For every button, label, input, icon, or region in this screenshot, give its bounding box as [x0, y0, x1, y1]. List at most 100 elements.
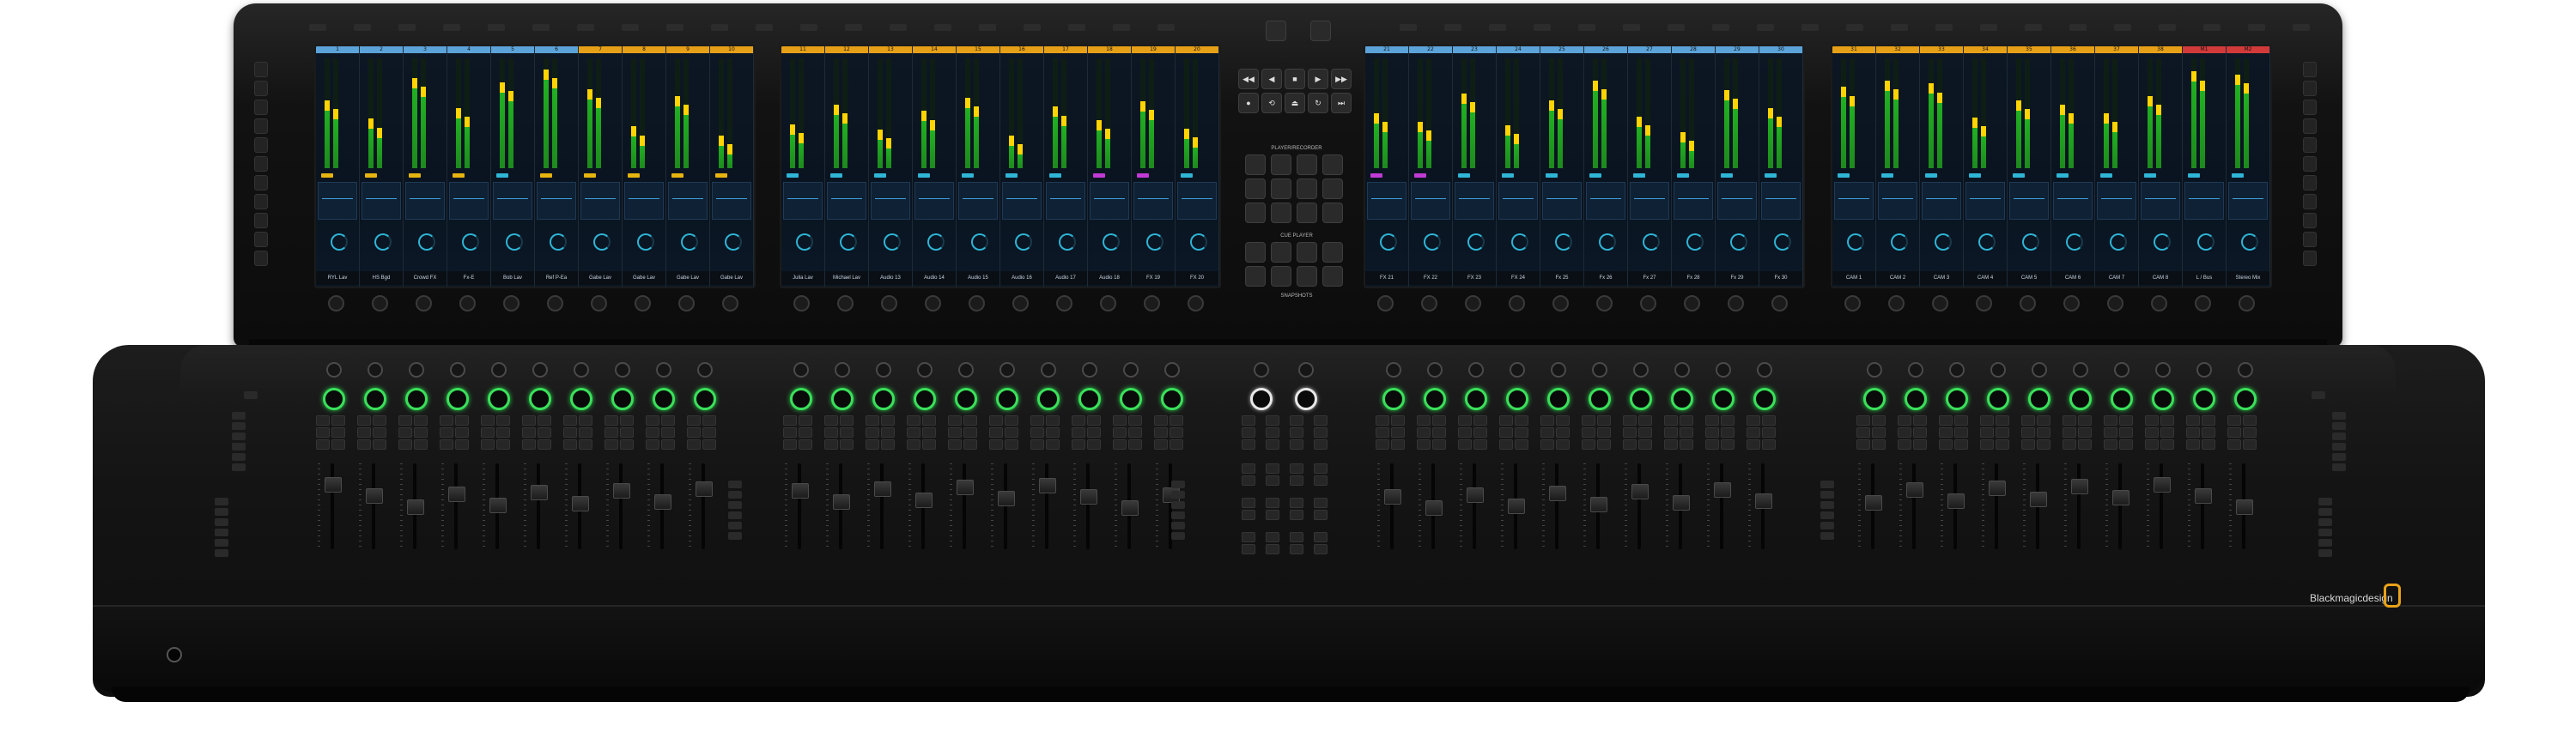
channel-key[interactable] — [1913, 439, 1927, 450]
center-key[interactable] — [1242, 475, 1255, 486]
channel-strip[interactable]: 14 Audio 14 — [913, 46, 957, 287]
screen-soft-button[interactable] — [2069, 24, 2087, 31]
bank-select-key[interactable] — [232, 453, 246, 461]
channel-strip[interactable]: 24 FX 24 — [1497, 46, 1540, 287]
channel-key[interactable] — [331, 415, 345, 426]
screen-soft-button[interactable] — [622, 24, 639, 31]
center-encoder-ring-left[interactable] — [1250, 388, 1273, 410]
center-key[interactable] — [1242, 510, 1255, 520]
channel-key[interactable] — [661, 439, 675, 450]
fader-cap[interactable] — [1384, 489, 1401, 505]
channel-key[interactable] — [1762, 415, 1776, 426]
channel-encoder-ring[interactable] — [653, 388, 675, 410]
channel-strip[interactable]: 32 CAM 2 — [1876, 46, 1920, 287]
channel-key[interactable] — [414, 415, 428, 426]
channel-key[interactable] — [579, 415, 592, 426]
cue-player-button[interactable] — [1245, 203, 1266, 223]
screen-soft-button[interactable] — [488, 24, 505, 31]
screen-encoder-knob[interactable] — [722, 295, 738, 312]
channel-key[interactable] — [1954, 439, 1968, 450]
screen-encoder-knob[interactable] — [925, 295, 941, 312]
channel-key[interactable] — [2202, 415, 2215, 426]
side-soft-button[interactable] — [2303, 62, 2317, 77]
center-key[interactable] — [1290, 532, 1303, 542]
channel-encoder-ring[interactable] — [1946, 388, 1968, 410]
center-key[interactable] — [1266, 510, 1279, 520]
center-key[interactable] — [1290, 439, 1303, 450]
snapshot-button[interactable] — [1322, 242, 1343, 263]
center-key[interactable] — [1266, 439, 1279, 450]
channel-key[interactable] — [1680, 439, 1693, 450]
side-soft-button[interactable] — [254, 175, 268, 191]
fader-cap[interactable] — [1865, 495, 1882, 511]
channel-key[interactable] — [1898, 427, 1911, 438]
center-key[interactable] — [1290, 427, 1303, 438]
screen-soft-button[interactable] — [1444, 24, 1461, 31]
channel-key[interactable] — [563, 415, 577, 426]
channel-key[interactable] — [1113, 439, 1127, 450]
screen-soft-button[interactable] — [2203, 24, 2221, 31]
channel-key[interactable] — [1638, 415, 1652, 426]
center-key[interactable] — [1242, 463, 1255, 474]
center-key[interactable] — [1266, 544, 1279, 554]
screen-soft-button[interactable] — [2025, 24, 2042, 31]
center-key[interactable] — [1266, 463, 1279, 474]
fader-cap[interactable] — [1508, 499, 1525, 514]
fader-cap[interactable] — [1467, 487, 1484, 503]
channel-key[interactable] — [989, 427, 1003, 438]
top-encoder-knob[interactable] — [1551, 362, 1566, 378]
transport-button[interactable]: ⏏ — [1285, 93, 1305, 113]
top-encoder-knob[interactable] — [1164, 362, 1180, 378]
screen-encoder-knob[interactable] — [1728, 295, 1744, 312]
channel-key[interactable] — [799, 427, 812, 438]
screen-encoder-knob[interactable] — [969, 295, 985, 312]
channel-encoder-ring[interactable] — [872, 388, 895, 410]
screen-encoder-knob[interactable] — [1771, 295, 1788, 312]
channel-key[interactable] — [1391, 427, 1405, 438]
bank-select-key[interactable] — [2332, 443, 2346, 451]
channel-strip[interactable]: 1 RYL Lav — [316, 46, 360, 287]
fader-cap[interactable] — [1121, 500, 1139, 516]
center-key[interactable] — [1242, 498, 1255, 508]
side-soft-button[interactable] — [254, 118, 268, 134]
channel-strip[interactable]: M1 L / Bus — [2183, 46, 2227, 287]
channel-strip[interactable]: 25 Fx 25 — [1540, 46, 1584, 287]
side-soft-button[interactable] — [254, 62, 268, 77]
channel-key[interactable] — [2063, 439, 2076, 450]
bank-select-key[interactable] — [232, 412, 246, 420]
channel-key[interactable] — [1540, 427, 1554, 438]
screen-soft-button[interactable] — [577, 24, 594, 31]
channel-key[interactable] — [2145, 427, 2159, 438]
channel-key[interactable] — [2078, 439, 2092, 450]
channel-key[interactable] — [1432, 439, 1446, 450]
top-encoder-knob[interactable] — [1427, 362, 1443, 378]
bank-select-key[interactable] — [2332, 432, 2346, 440]
top-encoder-knob[interactable] — [2032, 362, 2047, 378]
center-key[interactable] — [1290, 475, 1303, 486]
bank-select-key[interactable] — [1171, 501, 1185, 509]
channel-key[interactable] — [2160, 415, 2174, 426]
screen-soft-button[interactable] — [2248, 24, 2265, 31]
channel-key[interactable] — [1623, 439, 1637, 450]
top-encoder-knob[interactable] — [1592, 362, 1607, 378]
channel-key[interactable] — [1030, 439, 1044, 450]
channel-encoder-ring[interactable] — [996, 388, 1018, 410]
screen-1[interactable]: 1 RYL Lav 2 HS Bgd 3 Crowd FX 4 Fx-E 5 Bob Lav 6 Re… — [314, 45, 756, 288]
transport-button[interactable]: ■ — [1285, 69, 1305, 89]
top-encoder-knob[interactable] — [615, 362, 630, 378]
channel-key[interactable] — [1996, 415, 2009, 426]
bank-select-key[interactable] — [2318, 518, 2332, 526]
side-soft-button[interactable] — [254, 81, 268, 96]
bank-select-key[interactable] — [1171, 481, 1185, 488]
channel-key[interactable] — [1515, 427, 1528, 438]
bank-select-key[interactable] — [2318, 529, 2332, 536]
channel-key[interactable] — [881, 439, 895, 450]
snapshot-button[interactable] — [1271, 266, 1291, 287]
channel-encoder-ring[interactable] — [1078, 388, 1101, 410]
screen-encoder-knob[interactable] — [1377, 295, 1394, 312]
cue-player-button[interactable] — [1271, 178, 1291, 199]
channel-key[interactable] — [702, 415, 716, 426]
channel-encoder-ring[interactable] — [570, 388, 592, 410]
center-key[interactable] — [1314, 463, 1327, 474]
transport-button[interactable]: ↻ — [1308, 93, 1328, 113]
